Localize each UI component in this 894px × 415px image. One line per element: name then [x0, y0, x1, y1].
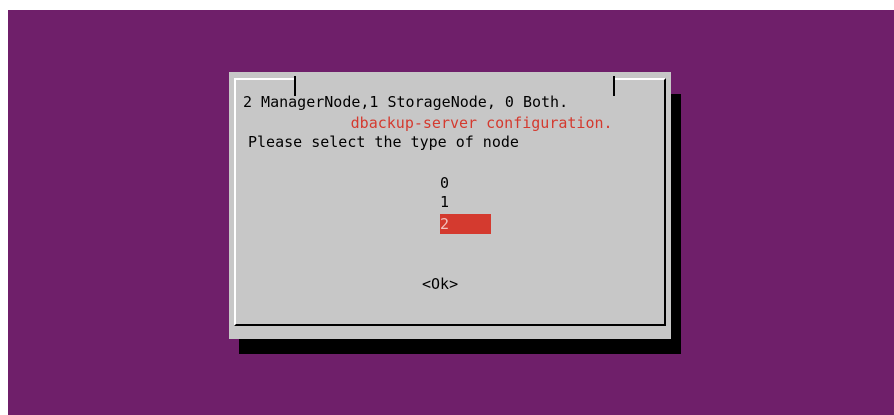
selection-prompt: Please select the type of node [248, 133, 519, 151]
menu-option-1[interactable]: 1 [440, 192, 491, 212]
title-divider-right [613, 76, 615, 96]
configuration-dialog: dbackup-server configuration. 2 ManagerN… [229, 72, 671, 339]
dialog-title-text: dbackup-server configuration. [350, 114, 613, 132]
menu-option-0[interactable]: 0 [440, 173, 491, 193]
menu-option-2-selected[interactable]: 2 [440, 214, 491, 234]
ok-button[interactable]: <Ok> [422, 275, 458, 293]
dialog-subtitle: 2 ManagerNode,1 StorageNode, 0 Both. [243, 93, 569, 111]
